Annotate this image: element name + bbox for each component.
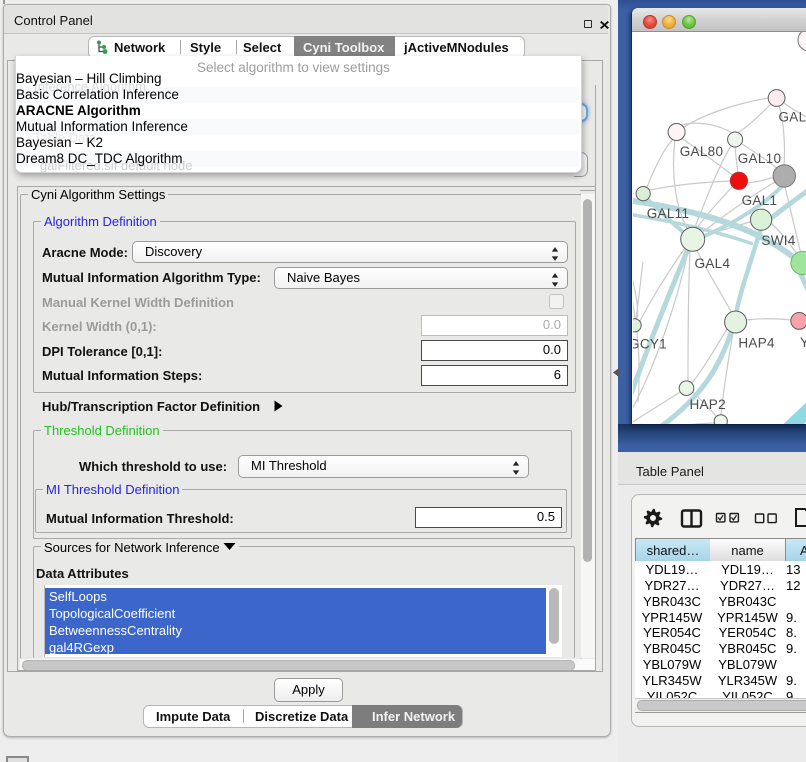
svg-text:GAL1: GAL1 [742, 193, 778, 208]
svg-text:GAL10: GAL10 [738, 151, 782, 166]
svg-text:GAL11: GAL11 [647, 206, 690, 221]
svg-text:GAL80: GAL80 [680, 144, 724, 159]
svg-text:YM: YM [800, 335, 806, 350]
svg-text:SWI4: SWI4 [761, 233, 795, 248]
svg-text:GCY1: GCY1 [633, 336, 667, 351]
svg-text:HAP4: HAP4 [738, 335, 775, 350]
svg-text:GAL4: GAL4 [695, 256, 731, 271]
svg-text:HAP2: HAP2 [689, 397, 725, 412]
svg-text:GAL8: GAL8 [779, 110, 806, 125]
